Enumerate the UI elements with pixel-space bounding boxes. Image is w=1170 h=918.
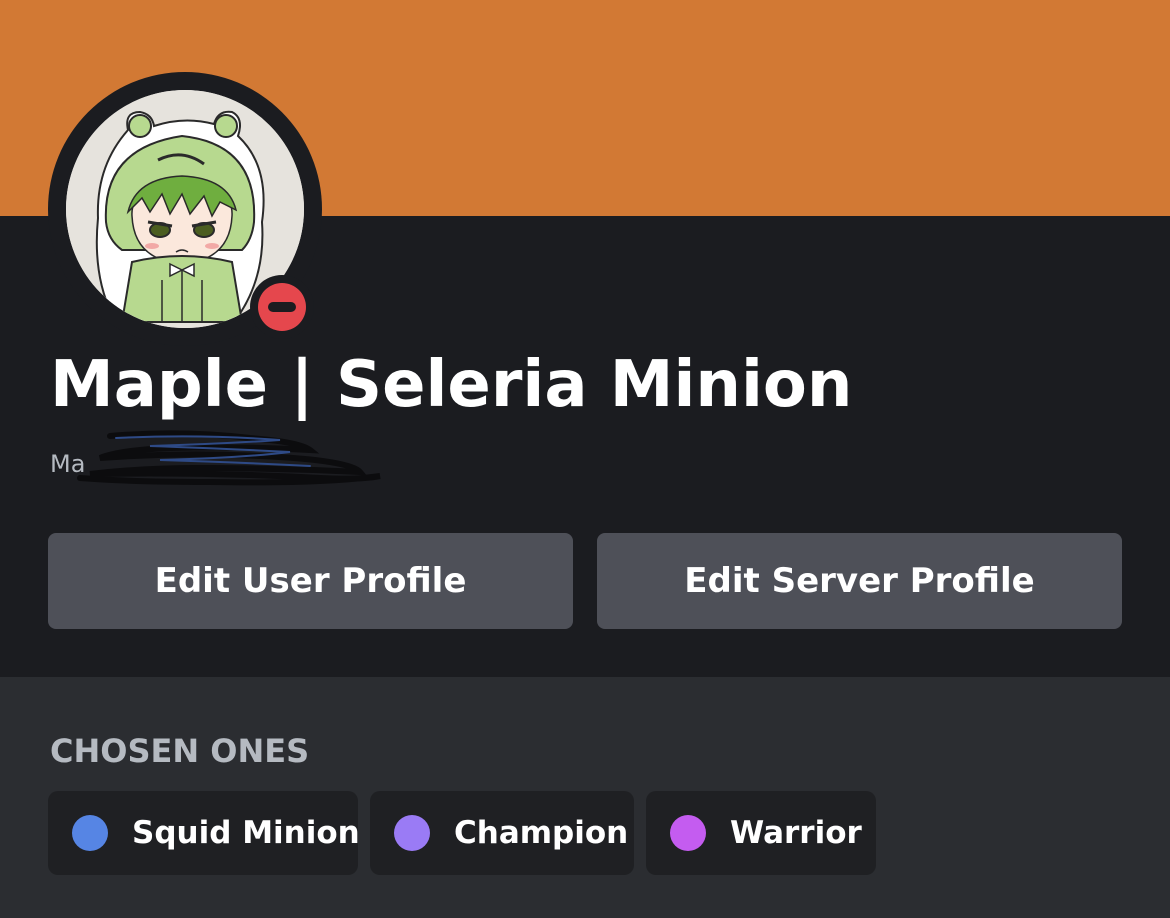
edit-user-profile-button[interactable]: Edit User Profile: [48, 533, 573, 629]
role-pill-warrior[interactable]: Warrior: [646, 791, 876, 875]
role-color-dot: [670, 815, 706, 851]
redaction-scribble: [77, 430, 381, 486]
role-pill-squid-minion[interactable]: Squid Minion: [48, 791, 360, 875]
edit-server-profile-button[interactable]: Edit Server Profile: [597, 533, 1122, 629]
status-bar: [268, 302, 296, 312]
role-label: Squid Minion: [132, 815, 360, 851]
do-not-disturb-icon: [258, 283, 306, 331]
role-color-dot: [72, 815, 108, 851]
roles-section-title: CHOSEN ONES: [50, 732, 310, 770]
display-name: Maple | Seleria Minion: [50, 348, 853, 422]
role-label: Warrior: [730, 815, 862, 851]
role-color-dot: [394, 815, 430, 851]
user-profile-card: Maple | Seleria Minion Ma Edit User Prof…: [0, 0, 1170, 918]
role-pill-champion[interactable]: Champion: [370, 791, 634, 875]
role-label: Champion: [454, 815, 629, 851]
